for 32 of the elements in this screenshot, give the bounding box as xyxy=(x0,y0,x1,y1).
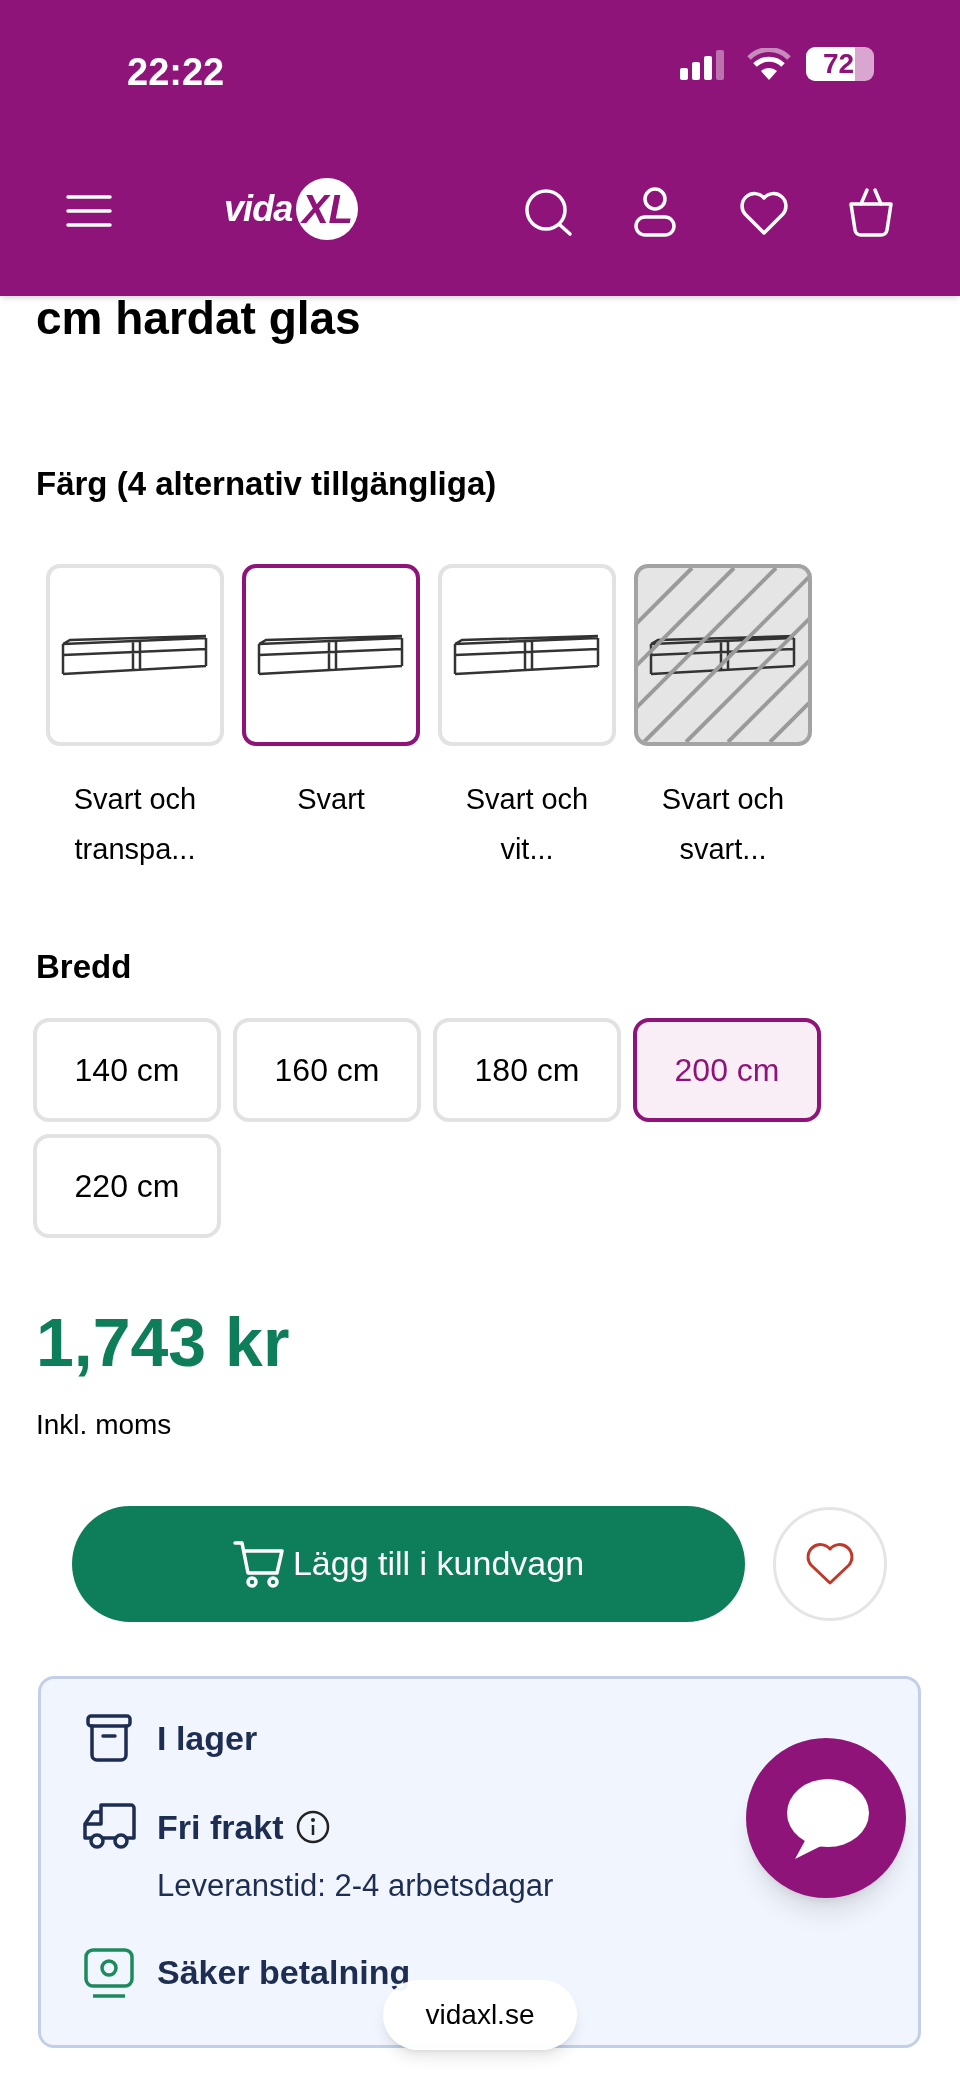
box-icon xyxy=(85,1712,133,1763)
heart-icon xyxy=(805,1540,855,1587)
width-option[interactable]: 180 cm xyxy=(433,1017,621,1122)
info-title: Fri frakt xyxy=(157,1806,284,1848)
swatch-label: Svart och transpa... xyxy=(72,782,198,867)
section-heading: Bredd xyxy=(36,947,133,987)
width-option[interactable]: 200 cm xyxy=(633,1017,821,1122)
battery-level: 72 xyxy=(821,47,855,81)
cart-icon xyxy=(232,1538,285,1589)
info-title: I lager xyxy=(157,1717,258,1759)
swatch-label: Svart och svart... xyxy=(660,782,786,867)
price: 1,743 kr xyxy=(36,1307,291,1376)
search-icon[interactable] xyxy=(524,188,574,238)
vidaxl-logo[interactable]: vidaXL xyxy=(224,178,359,240)
width-option[interactable]: 160 cm xyxy=(233,1017,421,1122)
menu-icon[interactable] xyxy=(66,194,112,228)
wifi-icon xyxy=(747,48,791,80)
section-heading: Färg (4 alternativ tillgängliga) xyxy=(36,463,498,504)
add-to-cart-button[interactable]: Lägg till i kundvagn xyxy=(72,1505,745,1622)
swatch-label: Svart xyxy=(296,782,366,817)
delivery-time: Leveranstid: 2-4 arbetsdagar xyxy=(157,1866,554,1905)
width-option[interactable]: 220 cm xyxy=(33,1133,221,1238)
heart-icon[interactable] xyxy=(739,190,789,236)
swatch-label: Svart och vit... xyxy=(464,782,590,867)
truck-icon xyxy=(81,1801,137,1850)
color-swatch[interactable] xyxy=(242,564,420,746)
product-title: cm hardat glas xyxy=(36,291,362,346)
width-option[interactable]: 140 cm xyxy=(33,1017,221,1122)
vat-note: Inkl. moms xyxy=(36,1407,173,1442)
status-time: 22:22 xyxy=(127,50,225,95)
info-icon[interactable] xyxy=(295,1810,330,1844)
account-icon[interactable] xyxy=(633,187,677,237)
